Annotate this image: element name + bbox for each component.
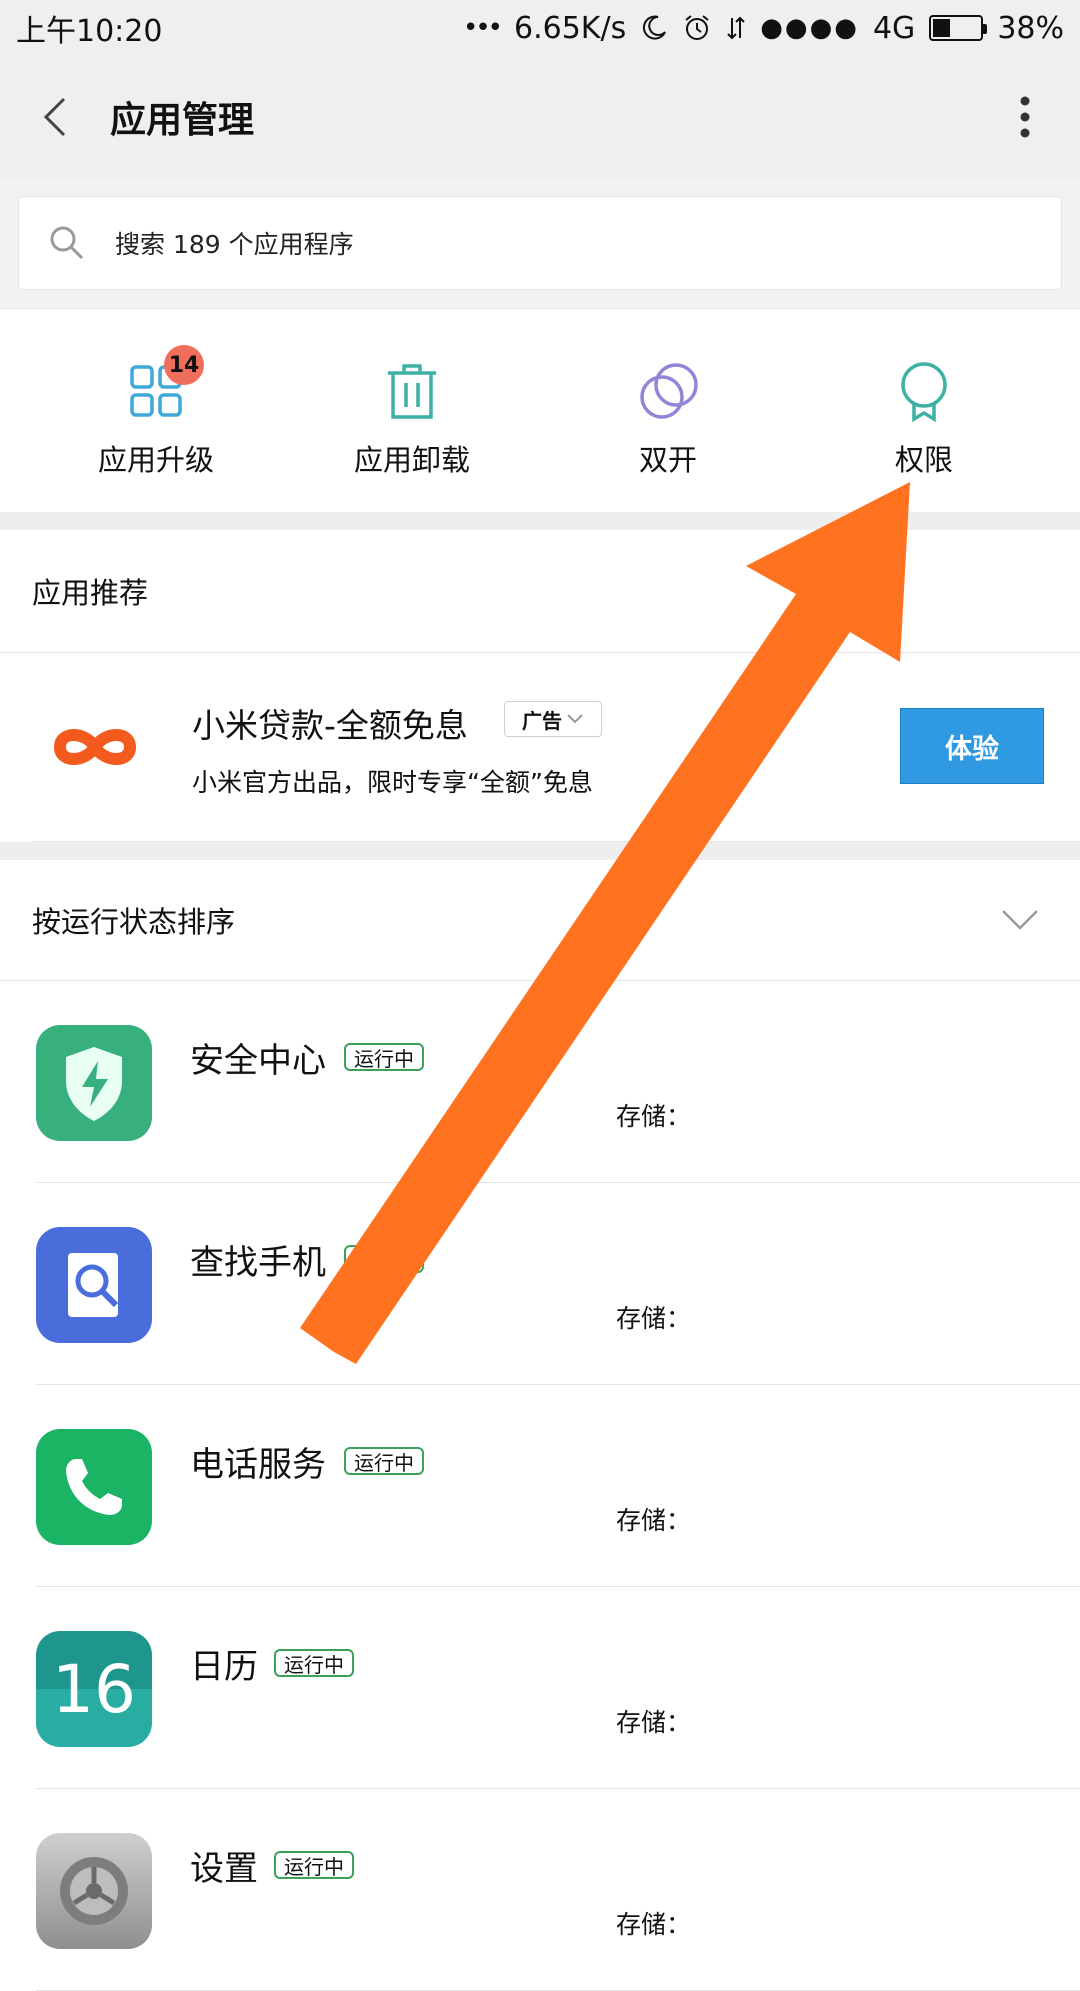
ribbon-icon (901, 362, 947, 423)
section-divider (0, 512, 1080, 530)
storage-label: 存储： (616, 1102, 692, 1131)
recommend-header: 应用推荐 (0, 530, 1080, 652)
chevron-down-icon (567, 714, 583, 724)
storage-label: 存储： (616, 1304, 692, 1333)
quick-action-uninstall[interactable]: 应用卸载 (284, 309, 540, 513)
app-name: 日历 (190, 1647, 258, 1687)
recommended-app-name: 小米贷款-全额免息 (192, 706, 468, 745)
storage-label: 存储： (616, 1708, 692, 1737)
chevron-left-icon (43, 97, 66, 137)
quick-action-label: 应用卸载 (353, 443, 470, 477)
back-button[interactable] (0, 56, 110, 178)
dual-circles-icon (640, 363, 698, 419)
battery-icon (929, 15, 988, 41)
quick-action-label: 应用升级 (97, 443, 214, 477)
quick-action-permissions[interactable]: 权限 (796, 309, 1052, 513)
phone-icon (36, 1429, 152, 1545)
network-speed: 6.65K/s (514, 10, 627, 46)
network-activity-dots: ••• (462, 13, 503, 43)
mi-loan-logo-icon (54, 729, 136, 765)
status-bar: 上午10:20 ••• 6.65K/s ●●●● 4G 38% (0, 0, 1080, 56)
list-item[interactable]: 安全中心 运行中 存储： (0, 981, 1080, 1183)
page-title: 应用管理 (110, 100, 255, 141)
chevron-down-icon (1002, 910, 1038, 930)
quick-action-dual-apps[interactable]: 双开 (540, 309, 796, 513)
calendar-icon: 16 (36, 1631, 152, 1747)
quick-action-app-update[interactable]: 14 应用升级 (28, 309, 284, 513)
ad-label-dropdown[interactable]: 广告 (504, 701, 602, 737)
sort-label: 按运行状态排序 (32, 905, 236, 939)
more-options-button[interactable] (970, 56, 1080, 178)
running-status-badge: 运行中 (344, 1043, 424, 1071)
more-vertical-icon (1020, 96, 1030, 138)
storage-label: 存储： (616, 1506, 692, 1535)
search-placeholder: 搜索 189 个应用程序 (115, 230, 354, 259)
list-item[interactable]: 设置 运行中 存储： (0, 1789, 1080, 1991)
try-button[interactable]: 体验 (900, 708, 1044, 784)
status-time: 上午10:20 (16, 14, 163, 49)
search-input[interactable]: 搜索 189 个应用程序 (18, 196, 1062, 290)
running-status-badge: 运行中 (344, 1447, 424, 1475)
moon-icon (643, 15, 667, 40)
app-name: 查找手机 (190, 1243, 326, 1283)
find-device-icon (36, 1227, 152, 1343)
quick-action-label: 双开 (638, 443, 697, 477)
signal-strength: ●●●● (760, 13, 859, 43)
running-status-badge: 运行中 (344, 1245, 424, 1273)
storage-label: 存储： (616, 1910, 692, 1939)
list-item[interactable]: 16 日历 运行中 存储： (0, 1587, 1080, 1789)
app-name: 安全中心 (190, 1041, 326, 1081)
security-center-icon (36, 1025, 152, 1141)
status-indicators: ••• 6.65K/s ●●●● 4G 38% (463, 11, 1064, 46)
trash-icon (388, 364, 436, 419)
update-count-badge: 14 (164, 345, 204, 385)
running-status-badge: 运行中 (274, 1649, 354, 1677)
data-transfer-icon (727, 16, 745, 40)
quick-action-label: 权限 (894, 443, 953, 477)
running-status-badge: 运行中 (274, 1851, 354, 1879)
recommended-app-card[interactable]: 小米贷款-全额免息 广告 小米官方出品，限时专享“全额”免息 体验 (0, 653, 1080, 841)
app-name: 电话服务 (190, 1445, 326, 1485)
battery-percent: 38% (997, 10, 1064, 46)
app-list: 安全中心 运行中 存储： 查找手机 运行中 存储： 电话服务 运行中 存储： 1 (0, 981, 1080, 1991)
list-item[interactable]: 电话服务 运行中 存储： (0, 1385, 1080, 1587)
recommended-app-description: 小米官方出品，限时专享“全额”免息 (192, 768, 593, 797)
recommend-title: 应用推荐 (32, 576, 149, 610)
list-item[interactable]: 查找手机 运行中 存储： (0, 1183, 1080, 1385)
calendar-date: 16 (52, 1650, 136, 1728)
network-type: 4G (872, 10, 916, 46)
ad-label: 广告 (522, 708, 562, 733)
sort-selector[interactable]: 按运行状态排序 (0, 860, 1080, 980)
search-icon (50, 226, 84, 260)
title-bar: 应用管理 (0, 56, 1080, 178)
section-divider (0, 842, 1080, 860)
quick-actions: 14 应用升级 应用卸载 双开 权限 (0, 308, 1080, 513)
alarm-icon (685, 15, 709, 40)
app-name: 设置 (190, 1849, 258, 1889)
search-area: 搜索 189 个应用程序 (0, 178, 1080, 308)
settings-gear-icon (36, 1833, 152, 1949)
